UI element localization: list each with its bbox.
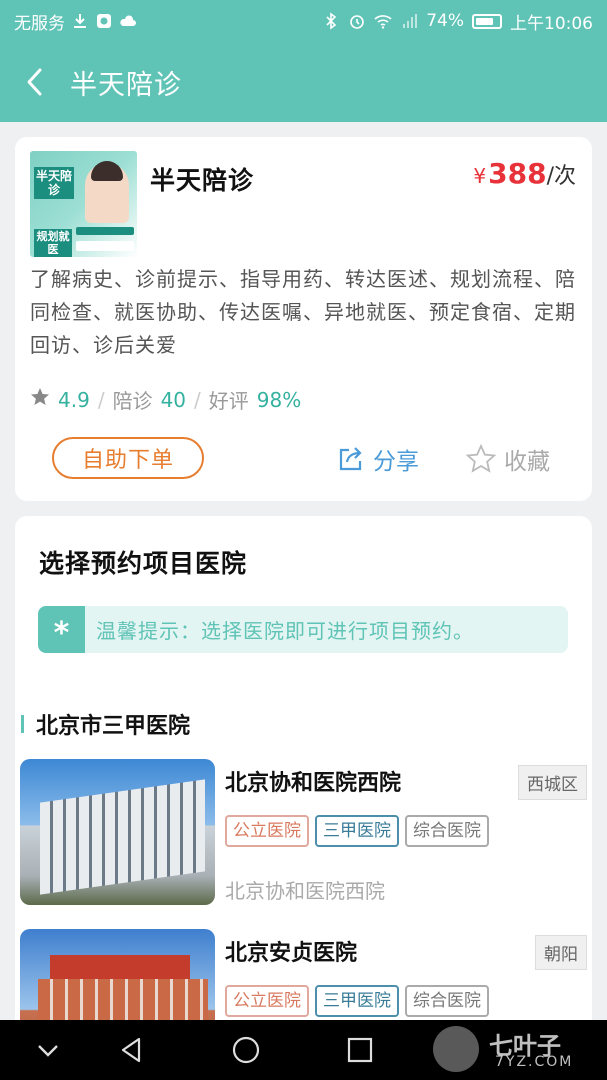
currency-symbol: ¥: [473, 164, 487, 188]
circle-home-icon: [232, 1036, 260, 1064]
hospital-name: 北京协和医院西院: [225, 771, 402, 796]
status-bar: 无服务 74% 上午10:06: [0, 0, 607, 42]
thumbnail-tag-secondary: 规划就医: [34, 229, 72, 257]
bluetooth-icon: [322, 12, 340, 30]
price-unit: /次: [546, 164, 576, 189]
battery-percent: 74%: [426, 11, 464, 31]
share-icon: [339, 447, 362, 471]
tag-public: 公立医院: [225, 815, 309, 847]
product-title: 半天陪诊: [150, 166, 255, 195]
group-title-label: 北京市三甲医院: [36, 714, 191, 739]
district-badge: 朝阳: [535, 935, 587, 970]
clock: 上午10:06: [510, 13, 593, 34]
triangle-back-icon: [121, 1037, 141, 1063]
watermark: 七叶子 7YZ.COM: [433, 1022, 593, 1078]
district-badge: 西城区: [518, 765, 587, 800]
product-thumbnail[interactable]: 半天陪诊 规划就医: [30, 151, 137, 257]
section-title: 选择预约项目医院: [39, 549, 248, 578]
hospital-photo: [20, 759, 215, 905]
nav-home-button[interactable]: [230, 1034, 262, 1066]
praise-label: 好评: [208, 389, 249, 413]
product-stats: 4.9 / 陪诊 40 / 好评 98%: [30, 385, 301, 414]
asterisk-icon: *: [38, 606, 85, 653]
system-nav-bar: 七叶子 7YZ.COM: [0, 1020, 607, 1080]
thumbnail-banner: [76, 227, 134, 235]
thumbnail-tag: 半天陪诊: [34, 167, 74, 199]
hospital-group-title: 北京市三甲医院: [21, 708, 190, 740]
back-button[interactable]: [0, 42, 70, 122]
hospital-item[interactable]: 北京协和医院西院 西城区 公立医院 三甲医院 综合医院 北京协和医院西院: [20, 759, 587, 909]
praise-rate: 98%: [256, 387, 302, 412]
price-value: 388: [488, 157, 547, 190]
hospital-name: 北京安贞医院: [225, 941, 358, 966]
signal-icon: [400, 12, 418, 30]
tip-banner: * 温馨提示：选择医院即可进行项目预约。: [38, 606, 568, 653]
share-label: 分享: [373, 449, 419, 475]
nav-recents-button[interactable]: [344, 1034, 376, 1066]
carrier-text: 无服务: [14, 13, 65, 34]
wifi-icon: [374, 12, 392, 30]
cloud-icon: [119, 12, 137, 30]
app-notification-icon: [95, 12, 113, 30]
alarm-icon: [348, 12, 366, 30]
tag-type: 综合医院: [405, 985, 489, 1017]
rating-value: 4.9: [58, 387, 90, 412]
nav-bar: 半天陪诊: [0, 42, 607, 122]
self-order-button[interactable]: 自助下单: [52, 437, 204, 479]
tag-type: 综合医院: [405, 815, 489, 847]
hospital-subtitle: 北京协和医院西院: [225, 879, 385, 903]
watermark-domain: 7YZ.COM: [495, 1054, 574, 1070]
favorite-button[interactable]: 收藏: [466, 441, 550, 477]
download-icon: [71, 12, 89, 30]
product-card: 半天陪诊 规划就医 半天陪诊 ¥ 388 /次 了解病史、诊前提示、指导用药、转…: [15, 137, 592, 501]
product-price: ¥ 388 /次: [473, 157, 576, 190]
tag-grade: 三甲医院: [315, 815, 399, 847]
tip-text: 温馨提示：选择医院即可进行项目预约。: [96, 619, 474, 643]
stats-divider: /: [194, 387, 201, 412]
watermark-logo-icon: [433, 1026, 479, 1072]
star-outline-icon: [466, 444, 496, 473]
product-description: 了解病史、诊前提示、指导用药、转达医述、规划流程、陪同检查、就医协助、传达医嘱、…: [30, 267, 576, 357]
accompany-count: 40: [160, 387, 187, 412]
group-marker: [21, 715, 24, 733]
favorite-label: 收藏: [504, 449, 550, 475]
thumbnail-footer: [76, 241, 134, 251]
hospital-section: 选择预约项目医院 * 温馨提示：选择医院即可进行项目预约。 北京市三甲医院 北京…: [15, 516, 592, 1075]
square-recents-icon: [347, 1037, 373, 1063]
share-button[interactable]: 分享: [337, 441, 419, 477]
chevron-down-icon: [38, 1045, 58, 1057]
accompany-label: 陪诊: [112, 389, 153, 413]
hide-nav-button[interactable]: [32, 1034, 64, 1066]
page-title: 半天陪诊: [70, 69, 182, 101]
chevron-left-icon: [27, 68, 42, 96]
battery-icon: [472, 13, 502, 29]
hospital-tags: 公立医院 三甲医院 综合医院: [225, 985, 489, 1017]
nurse-illustration: [85, 161, 129, 223]
tag-grade: 三甲医院: [315, 985, 399, 1017]
nav-back-button[interactable]: [116, 1034, 148, 1066]
tag-public: 公立医院: [225, 985, 309, 1017]
stats-divider: /: [97, 387, 105, 412]
star-icon: [30, 387, 50, 412]
hospital-tags: 公立医院 三甲医院 综合医院: [225, 815, 489, 847]
